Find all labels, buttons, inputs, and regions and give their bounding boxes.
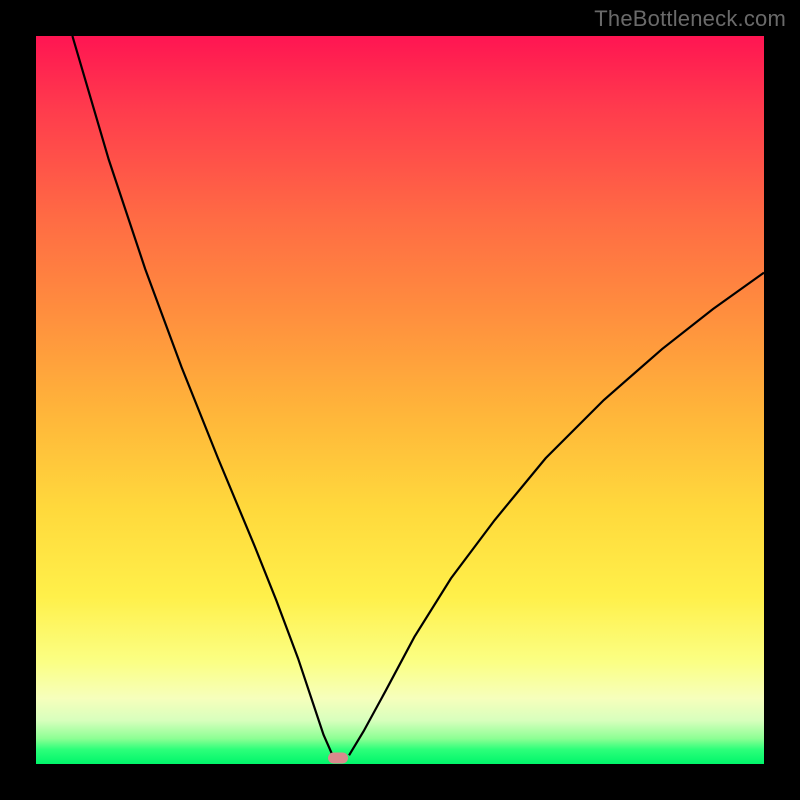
chart-frame: TheBottleneck.com (0, 0, 800, 800)
curve-left-branch (72, 36, 334, 760)
watermark-text: TheBottleneck.com (594, 6, 786, 32)
bottleneck-curve (36, 36, 764, 764)
optimal-point-marker (328, 753, 348, 764)
curve-right-branch (349, 273, 764, 756)
plot-area (36, 36, 764, 764)
